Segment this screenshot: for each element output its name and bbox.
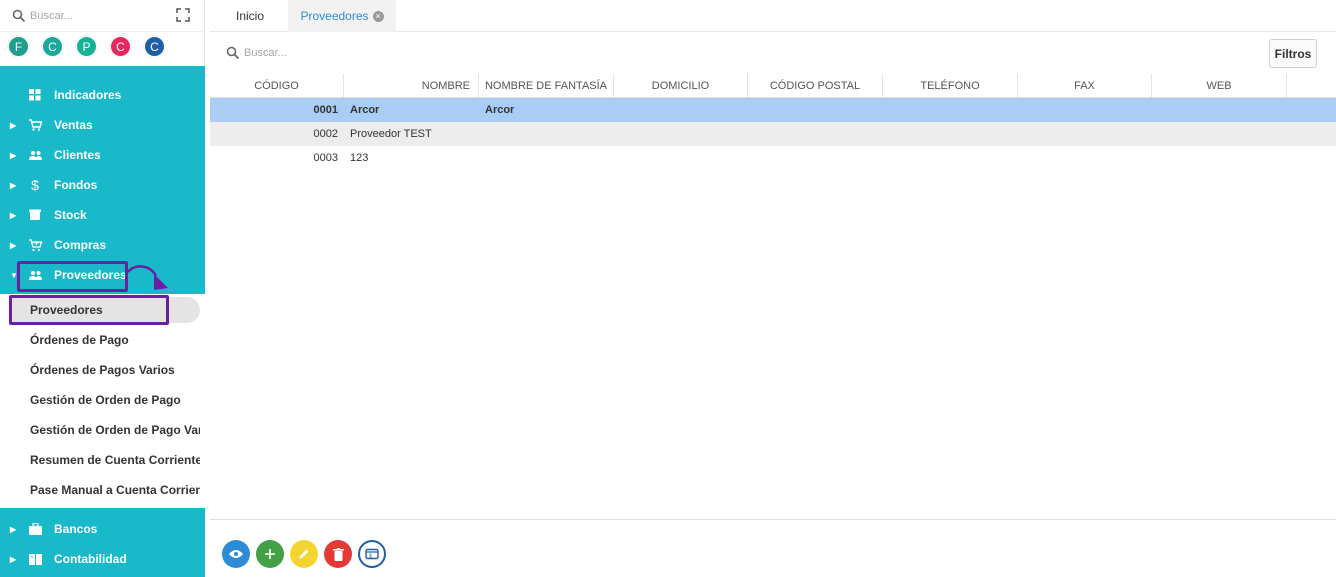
column-header-codigo[interactable]: CÓDIGO <box>210 74 344 98</box>
sidebar-item-indicadores[interactable]: ▶ Indicadores <box>0 80 205 110</box>
cart-icon <box>28 118 42 132</box>
cell-fantasia <box>485 146 614 170</box>
chevron-right-icon: ▶ <box>10 240 17 250</box>
column-header-web[interactable]: WEB <box>1152 74 1287 98</box>
edit-button[interactable] <box>290 540 318 568</box>
avatar[interactable]: C <box>144 36 165 57</box>
add-button[interactable] <box>256 540 284 568</box>
sidebar-item-contabilidad[interactable]: ▶ Contabilidad <box>0 544 205 574</box>
sidebar-item-ventas[interactable]: ▶ Ventas <box>0 110 205 140</box>
wallet-icon: $ <box>365 548 379 560</box>
cell-codigo: 0002 <box>313 128 338 140</box>
avatar[interactable]: P <box>76 36 97 57</box>
sidebar-item-label: Proveedores <box>54 268 127 282</box>
chevron-right-icon: ▶ <box>10 210 17 220</box>
tab-proveedores[interactable]: Proveedores × <box>288 0 396 32</box>
sidebar-item-label: Compras <box>54 238 107 252</box>
action-bar: $ <box>222 540 386 568</box>
sidebar-item-label: Ventas <box>54 118 93 132</box>
briefcase-icon <box>28 522 42 536</box>
grid-toolbar: Filtros <box>210 33 1336 73</box>
sidebar-item-label: Indicadores <box>54 88 122 102</box>
sidebar-item-label: Contabilidad <box>54 552 127 566</box>
annotation-arrow-icon <box>127 265 168 290</box>
chevron-right-icon: ▶ <box>10 150 17 160</box>
filters-button[interactable]: Filtros <box>1269 39 1317 68</box>
sidebar-item-label: Clientes <box>54 148 101 162</box>
dollar-icon: $ <box>31 177 39 193</box>
dashboard-icon <box>28 88 42 102</box>
people-icon <box>28 148 42 162</box>
chevron-down-icon: ▼ <box>10 270 18 280</box>
cart-plus-icon <box>28 238 42 252</box>
submenu-item-gestion-orden-pago[interactable]: Gestión de Orden de Pago <box>10 387 200 413</box>
box-icon <box>28 208 42 222</box>
sidebar-search-input[interactable] <box>30 7 160 25</box>
cell-fantasia <box>485 122 614 146</box>
chevron-right-icon: ▶ <box>10 180 17 190</box>
cell-fantasia: Arcor <box>485 104 515 116</box>
search-icon <box>12 9 26 23</box>
eye-icon <box>229 550 243 558</box>
people-icon <box>28 268 42 282</box>
column-header-nombre[interactable]: NOMBRE <box>344 74 479 98</box>
close-icon[interactable]: × <box>372 10 384 22</box>
submenu-item-ordenes-pagos-varios[interactable]: Órdenes de Pagos Varios <box>10 357 200 383</box>
tab-bar: Inicio Proveedores × <box>210 0 1336 32</box>
plus-icon <box>265 549 275 559</box>
trash-icon <box>332 547 344 561</box>
cell-codigo: 0003 <box>313 152 338 164</box>
submenu-item-resumen-cuenta-corriente[interactable]: Resumen de Cuenta Corriente <box>10 447 200 473</box>
submenu-item-ordenes-pago[interactable]: Órdenes de Pago <box>10 327 200 353</box>
search-input[interactable] <box>244 43 544 63</box>
sidebar-item-bancos[interactable]: ▶ Bancos <box>0 514 205 544</box>
cell-nombre: Arcor <box>350 104 380 116</box>
table-header: CÓDIGO NOMBRE NOMBRE DE FANTASÍA DOMICIL… <box>210 74 1336 98</box>
chevron-right-icon: ▶ <box>10 554 17 564</box>
cell-nombre: Proveedor TEST <box>350 128 432 140</box>
table-row[interactable]: 0001 Arcor Arcor <box>210 98 1336 122</box>
cell-codigo: 0001 <box>313 104 338 116</box>
column-header-domicilio[interactable]: DOMICILIO <box>614 74 748 98</box>
submenu-proveedores: Proveedores Órdenes de Pago Órdenes de P… <box>0 294 205 508</box>
submenu-item-pase-manual[interactable]: Pase Manual a Cuenta Corriente <box>10 477 200 503</box>
avatar-bar: F C P C C <box>8 36 165 60</box>
tab-inicio[interactable]: Inicio <box>220 0 280 32</box>
delete-button[interactable] <box>324 540 352 568</box>
svg-text:$: $ <box>369 554 372 560</box>
sidebar-item-compras[interactable]: ▶ Compras <box>0 230 205 260</box>
book-icon <box>28 552 42 566</box>
sidebar-item-fondos[interactable]: ▶ $ Fondos <box>0 170 205 200</box>
sidebar-item-label: Stock <box>54 208 87 222</box>
view-button[interactable] <box>222 540 250 568</box>
avatar[interactable]: C <box>110 36 131 57</box>
fullscreen-icon[interactable] <box>176 8 190 22</box>
app-window: F C P C C ▶ Indicadores ▶ Ventas <box>0 0 1336 577</box>
sidebar-search <box>0 0 205 32</box>
column-header-fantasia[interactable]: NOMBRE DE FANTASÍA <box>479 74 614 98</box>
table-row[interactable]: 0003 123 <box>210 146 1336 170</box>
column-header-telefono[interactable]: TELÉFONO <box>883 74 1018 98</box>
search-icon <box>226 46 240 60</box>
tab-label: Proveedores <box>300 9 369 23</box>
avatar[interactable]: F <box>8 36 29 57</box>
sidebar-item-stock[interactable]: ▶ Stock <box>0 200 205 230</box>
sidebar-item-label: Bancos <box>54 522 98 536</box>
cell-nombre: 123 <box>350 152 369 164</box>
payment-button[interactable]: $ <box>358 540 386 568</box>
chevron-right-icon: ▶ <box>10 524 17 534</box>
sidebar: F C P C C ▶ Indicadores ▶ Ventas <box>0 0 205 577</box>
sidebar-item-proveedores[interactable]: ▼ Proveedores <box>0 260 205 290</box>
column-header-fax[interactable]: FAX <box>1018 74 1152 98</box>
providers-table: CÓDIGO NOMBRE NOMBRE DE FANTASÍA DOMICIL… <box>210 74 1336 520</box>
submenu-item-proveedores[interactable]: Proveedores <box>10 297 200 323</box>
column-header-codigo-postal[interactable]: CÓDIGO POSTAL <box>748 74 883 98</box>
pencil-icon <box>299 549 309 559</box>
sidebar-item-clientes[interactable]: ▶ Clientes <box>0 140 205 170</box>
chevron-right-icon: ▶ <box>10 120 17 130</box>
avatar[interactable]: C <box>42 36 63 57</box>
sidebar-item-label: Fondos <box>54 178 98 192</box>
table-row[interactable]: 0002 Proveedor TEST <box>210 122 1336 146</box>
submenu-item-gestion-orden-pago-varios[interactable]: Gestión de Orden de Pago Varios <box>10 417 200 443</box>
